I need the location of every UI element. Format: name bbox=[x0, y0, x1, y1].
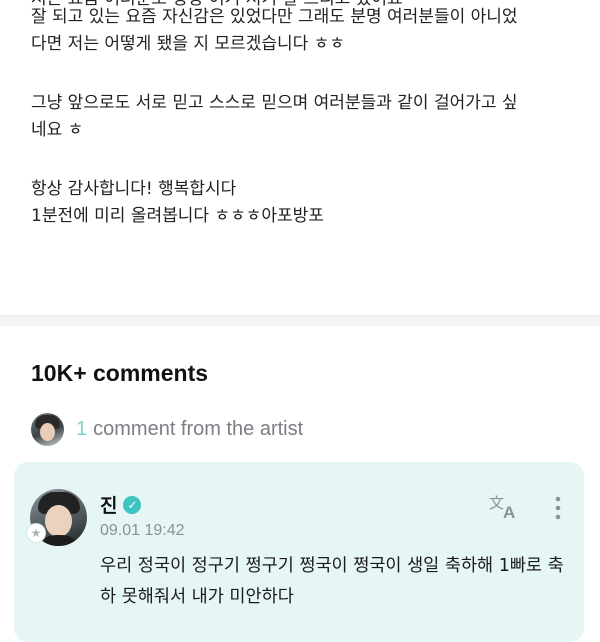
comment-text: 우리 정국이 정구기 쩡구기 쩡국이 쩡국이 생일 축하해 1빠로 축하 못해줘… bbox=[100, 556, 564, 607]
translate-icon[interactable]: 文 A bbox=[488, 493, 522, 521]
post-line-partial: 저는 요즘 여러분도 항상 여기 저기 잘 드리고 있어요 bbox=[31, 0, 403, 13]
post-line: 다면 저는 어떻게 됐을 지 모르겠습니다 ㅎㅎ bbox=[31, 34, 345, 54]
commenter-name[interactable]: 진 ✓ bbox=[100, 491, 142, 518]
post-line: 항상 감사합니다! 행복합시다 bbox=[31, 179, 237, 199]
artist-comment-count: 1 bbox=[76, 417, 88, 440]
section-divider bbox=[0, 315, 600, 326]
post-line: 그냥 앞으로도 서로 믿고 스스로 믿으며 여러분들과 같이 걸어가고 싶 bbox=[31, 93, 518, 113]
more-vertical-icon[interactable] bbox=[552, 495, 564, 521]
artist-avatar bbox=[31, 412, 64, 446]
svg-text:文: 文 bbox=[489, 494, 504, 512]
verified-badge-icon: ✓ bbox=[123, 495, 142, 514]
artist-comments-filter[interactable]: 1 comment from the artist bbox=[31, 412, 303, 446]
star-icon: ★ bbox=[27, 524, 45, 542]
commenter-name-text: 진 bbox=[100, 495, 118, 517]
svg-text:A: A bbox=[503, 503, 515, 521]
artist-comment-card[interactable]: ★ 진 ✓ 09.01 19:42 文 A 우리 정국이 정구기 쩡구기 쩡국이… bbox=[14, 462, 584, 642]
post-line: 1분전에 미리 올려봅니다 ㅎㅎㅎ아포방포 bbox=[31, 206, 324, 226]
post-body: 저는 요즘 여러분도 항상 여기 저기 잘 드리고 있어요 잘 되고 있는 요즘… bbox=[31, 0, 576, 230]
artist-comment-label: comment from the artist bbox=[93, 417, 304, 440]
comment-timestamp: 09.01 19:42 bbox=[100, 522, 185, 539]
comments-count-title: 10K+ comments bbox=[31, 360, 209, 386]
post-line: 네요 ㅎ bbox=[31, 120, 84, 140]
